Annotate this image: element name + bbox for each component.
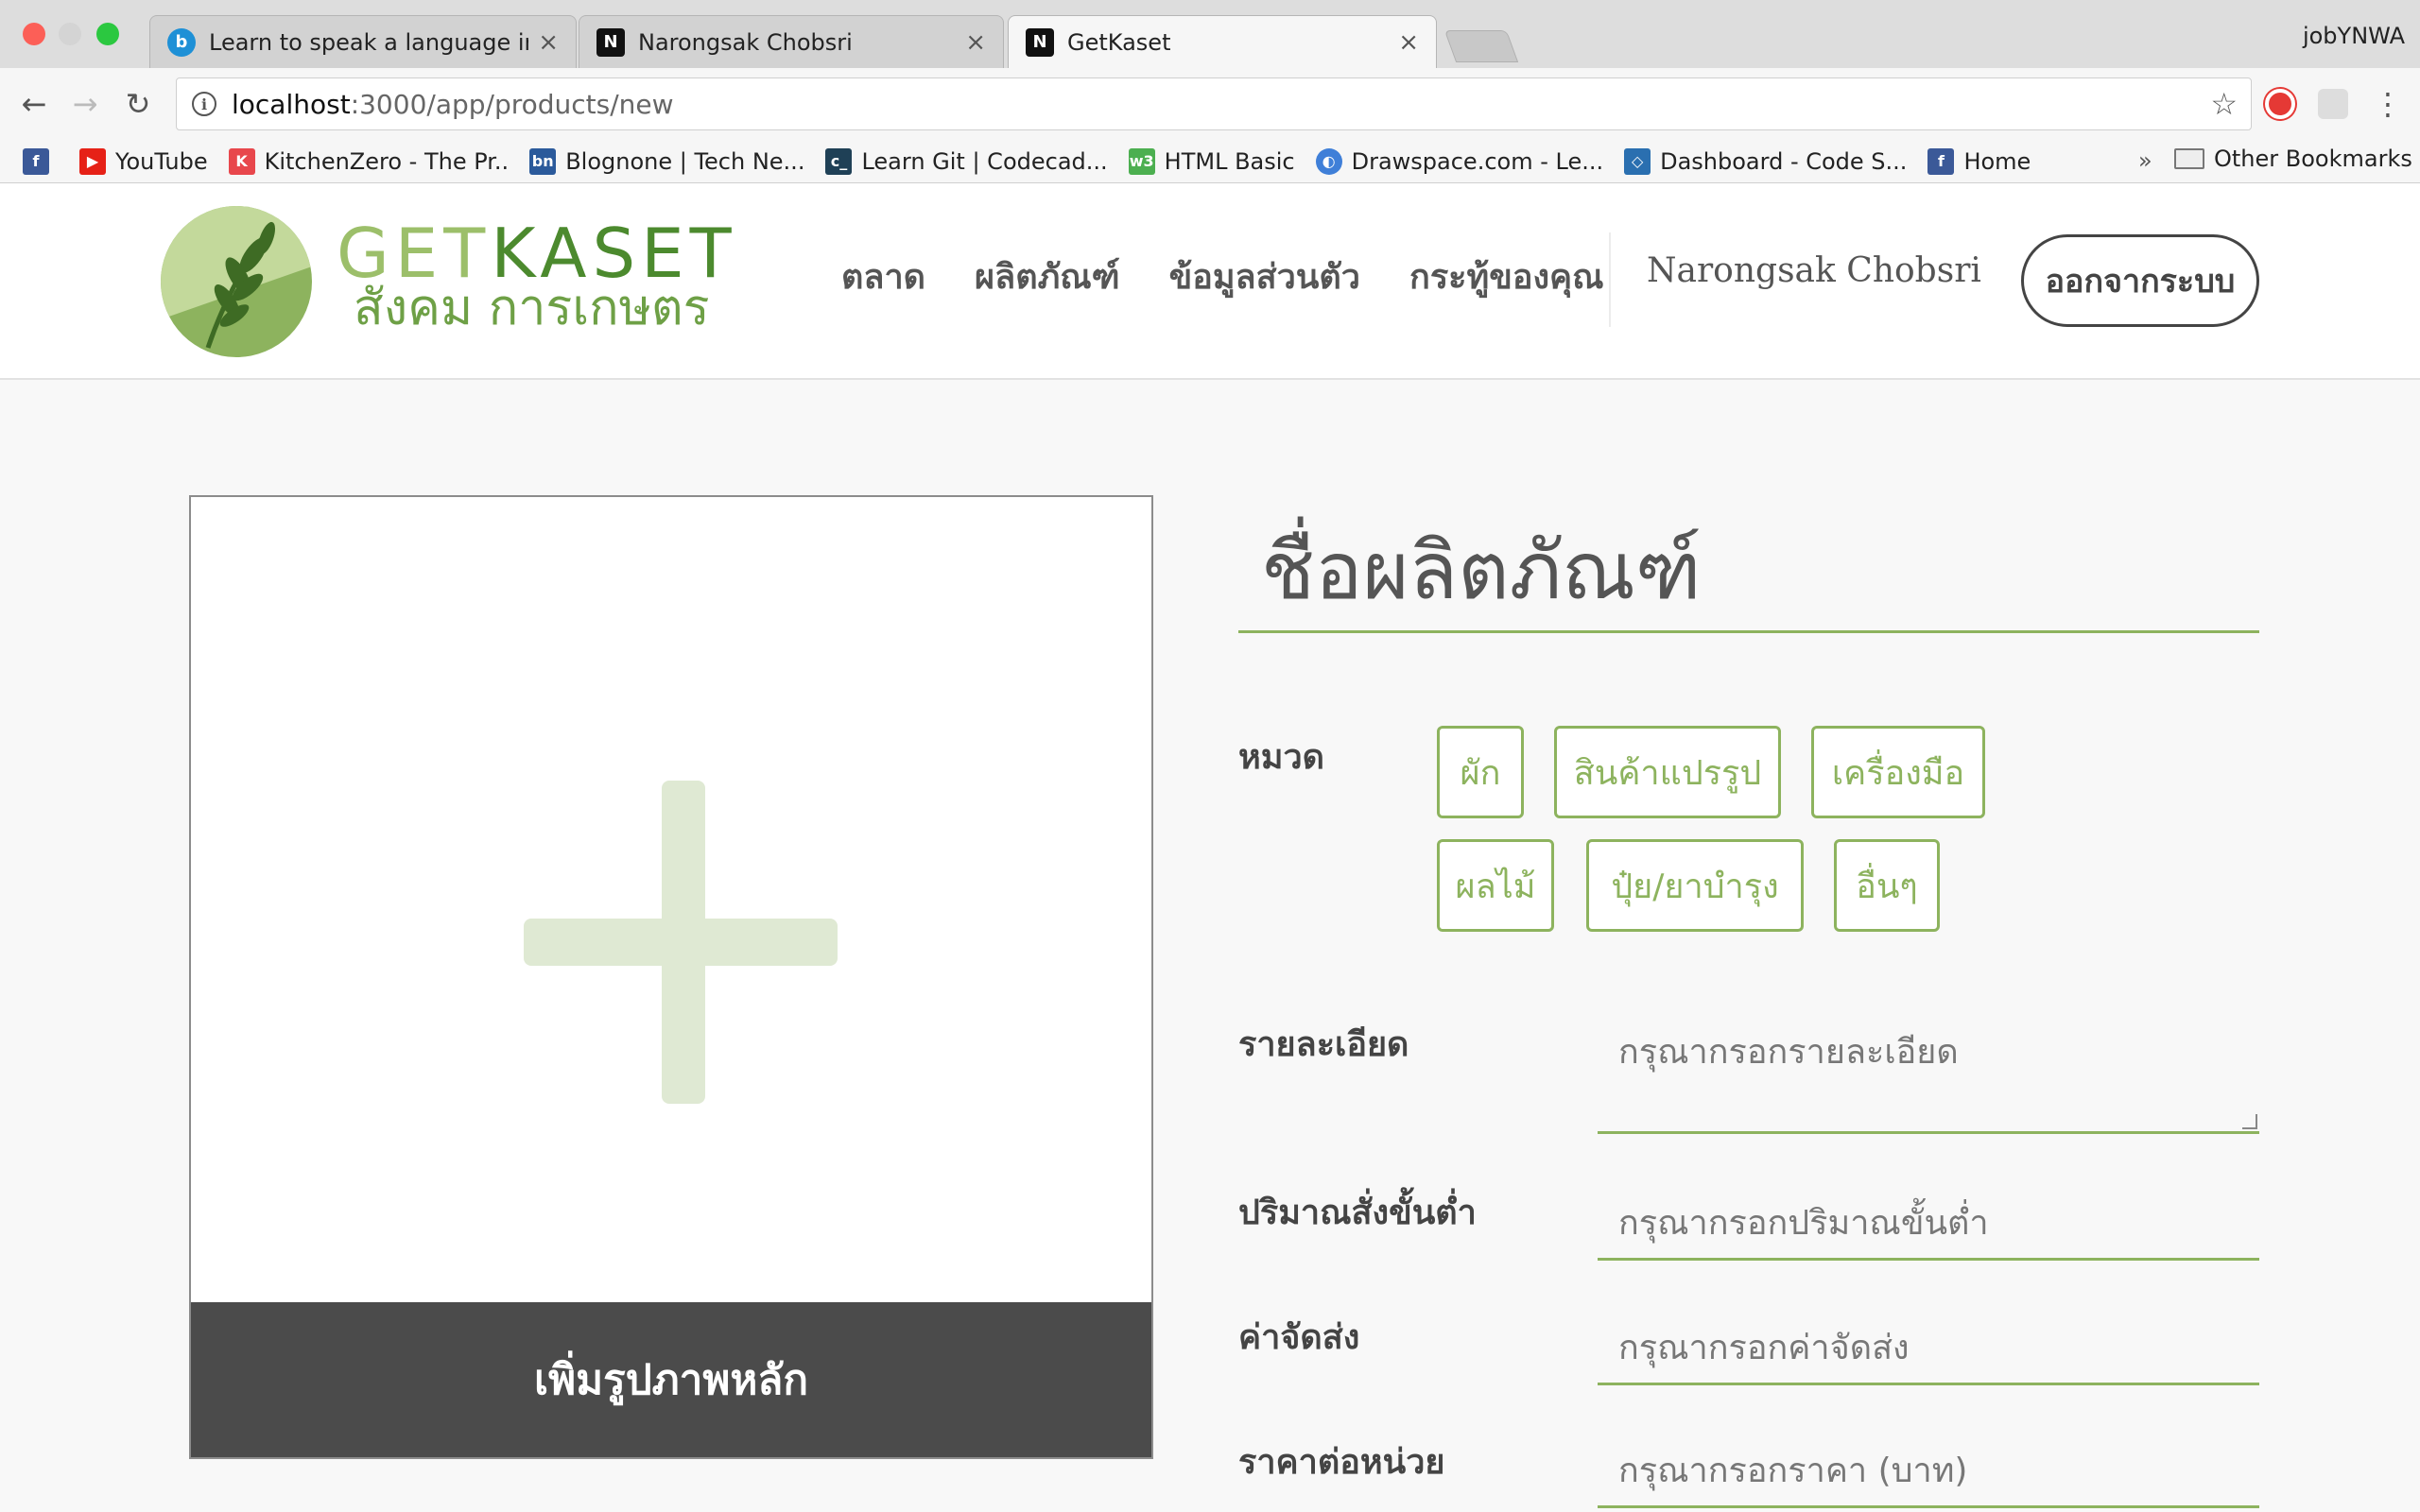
folder-icon — [2174, 148, 2204, 169]
tab-title: Narongsak Chobsri — [638, 28, 853, 56]
category-chip-other[interactable]: อื่นๆ — [1834, 839, 1940, 932]
main-nav: ตลาด ผลิตภัณฑ์ ข้อมูลส่วนตัว กระทู้ของคุ… — [841, 249, 1653, 303]
drawspace-icon: ◐ — [1315, 147, 1342, 175]
logo-leaf-icon[interactable] — [161, 206, 312, 357]
price-input[interactable]: กรุณากรอกราคา (บาท) — [1598, 1435, 2259, 1508]
bookmark-item[interactable]: K KitchenZero - The Pr.. — [228, 147, 510, 175]
adblock-extension-icon[interactable] — [2265, 89, 2295, 119]
browser-tab-active[interactable]: N GetKaset × — [1008, 15, 1437, 68]
close-icon[interactable]: × — [965, 28, 986, 57]
minimize-window-button[interactable] — [59, 23, 81, 45]
bookmark-label: KitchenZero - The Pr.. — [264, 147, 510, 175]
plus-icon — [524, 919, 838, 966]
other-bookmarks-label: Other Bookmarks — [2214, 146, 2412, 172]
product-name-input[interactable]: ชื่อผลิตภัณฑ์ — [1238, 508, 2259, 633]
bookmark-item[interactable]: c_ Learn Git | Codecad... — [825, 147, 1108, 175]
menu-dots-icon[interactable]: ⋮ — [2369, 85, 2407, 123]
nav-divider — [1609, 232, 1611, 327]
shipping-input[interactable]: กรุณากรอกค่าจัดส่ง — [1598, 1312, 2259, 1385]
close-icon[interactable]: × — [538, 28, 559, 57]
bookmark-label: Drawspace.com - Le... — [1351, 147, 1604, 175]
logo-wordmark[interactable]: GETKASET — [337, 219, 737, 287]
bookmark-item[interactable]: f Home — [1927, 147, 2031, 175]
new-tab-button[interactable] — [1443, 30, 1519, 62]
facebook-icon: f — [23, 147, 49, 175]
codeschool-icon: ◇ — [1624, 147, 1651, 175]
browser-tab-strip: b Learn to speak a language in 10 × N Na… — [0, 0, 2420, 68]
youtube-icon: ▶ — [79, 147, 106, 175]
nav-your-threads[interactable]: กระทู้ของคุณ — [1409, 249, 1604, 303]
detail-textarea[interactable]: กรุณากรอกรายละเอียด — [1598, 1017, 2259, 1134]
close-icon[interactable]: × — [1398, 28, 1419, 57]
tab-title: GetKaset — [1067, 28, 1171, 56]
nav-profile[interactable]: ข้อมูลส่วนตัว — [1169, 249, 1360, 303]
facebook-icon: f — [1927, 147, 1955, 175]
nav-market[interactable]: ตลาด — [841, 249, 925, 303]
profile-name[interactable]: jobYNWA — [2303, 23, 2405, 49]
favicon-icon: N — [596, 27, 625, 57]
tab-title: Learn to speak a language in 10 — [209, 28, 528, 56]
browser-tab[interactable]: b Learn to speak a language in 10 × — [149, 15, 577, 68]
url-host: localhost — [232, 88, 351, 120]
price-label: ราคาต่อหน่วย — [1238, 1443, 1445, 1482]
category-chip-fertilizer[interactable]: ปุ๋ย/ยาบำรุง — [1586, 839, 1804, 932]
min-order-input[interactable]: กรุณากรอกปริมาณขั้นต่ำ — [1598, 1187, 2259, 1261]
resize-handle-icon[interactable] — [2242, 1114, 2257, 1129]
add-main-image-button[interactable]: เพิ่มรูปภาพหลัก — [191, 1302, 1151, 1457]
favicon-icon: b — [167, 27, 196, 57]
bookmark-label: Dashboard - Code S... — [1660, 147, 1908, 175]
category-chip-vegetable[interactable]: ผัก — [1437, 726, 1524, 818]
logout-button[interactable]: ออกจากระบบ — [2021, 234, 2259, 327]
main-image-upload[interactable]: เพิ่มรูปภาพหลัก — [189, 495, 1153, 1459]
reload-icon[interactable]: ↻ — [119, 85, 157, 123]
category-chip-fruit[interactable]: ผลไม้ — [1437, 839, 1554, 932]
address-bar[interactable]: i localhost:3000/app/products/new ☆ — [176, 77, 2252, 130]
detail-label: รายละเอียด — [1238, 1025, 1409, 1064]
bookmarks-bar: f ▶ YouTube K KitchenZero - The Pr.. bn Blo… — [0, 140, 2420, 183]
bookmark-label: Blognone | Tech Ne... — [565, 147, 805, 175]
category-chip-tools[interactable]: เครื่องมือ — [1811, 726, 1985, 818]
other-bookmarks-folder[interactable]: Other Bookmarks — [2174, 146, 2412, 172]
favicon-icon: N — [1026, 27, 1054, 57]
close-window-button[interactable] — [23, 23, 45, 45]
browser-tab[interactable]: N Narongsak Chobsri × — [579, 15, 1004, 68]
forward-arrow-icon[interactable]: → — [66, 85, 104, 123]
shipping-label: ค่าจัดส่ง — [1238, 1318, 1360, 1357]
nav-products[interactable]: ผลิตภัณฑ์ — [975, 249, 1120, 303]
back-arrow-icon[interactable]: ← — [15, 85, 53, 123]
site-header: GETKASET สังคม การเกษตร ตลาด ผลิตภัณฑ์ ข… — [0, 183, 2420, 380]
bookmark-item[interactable]: ▶ YouTube — [79, 147, 208, 175]
browser-toolbar: ← → ↻ i localhost:3000/app/products/new … — [0, 68, 2420, 140]
w3schools-icon: w3 — [1128, 147, 1155, 175]
bookmarks-overflow-icon[interactable]: » — [2138, 147, 2152, 174]
bookmark-label: HTML Basic — [1164, 147, 1295, 175]
bookmark-item[interactable]: w3 HTML Basic — [1128, 147, 1295, 175]
bookmark-item[interactable]: f — [23, 147, 59, 175]
bookmark-label: Home — [1963, 147, 2031, 175]
bookmark-item[interactable]: bn Blognone | Tech Ne... — [529, 147, 805, 175]
bookmark-label: Learn Git | Codecad... — [861, 147, 1108, 175]
shield-extension-icon[interactable] — [2318, 89, 2348, 119]
user-name[interactable]: Narongsak Chobsri — [1647, 251, 1981, 290]
category-label: หมวด — [1238, 738, 1325, 777]
bookmark-label: YouTube — [115, 147, 208, 175]
logo-tagline: สังคม การเกษตร — [354, 280, 710, 336]
min-order-label: ปริมาณสั่งขั้นต่ำ — [1238, 1194, 1477, 1232]
maximize-window-button[interactable] — [96, 23, 119, 45]
kitchenzero-icon: K — [228, 147, 255, 175]
bookmark-star-icon[interactable]: ☆ — [2210, 86, 2238, 122]
blognone-icon: bn — [529, 147, 557, 175]
codecademy-icon: c_ — [825, 147, 853, 175]
url-path: :3000/app/products/new — [350, 88, 674, 120]
bookmark-item[interactable]: ◇ Dashboard - Code S... — [1624, 147, 1908, 175]
bookmark-item[interactable]: ◐ Drawspace.com - Le... — [1315, 147, 1604, 175]
category-chip-processed[interactable]: สินค้าแปรรูป — [1554, 726, 1781, 818]
detail-placeholder: กรุณากรอกรายละเอียด — [1618, 1033, 1959, 1072]
info-icon[interactable]: i — [192, 92, 216, 116]
